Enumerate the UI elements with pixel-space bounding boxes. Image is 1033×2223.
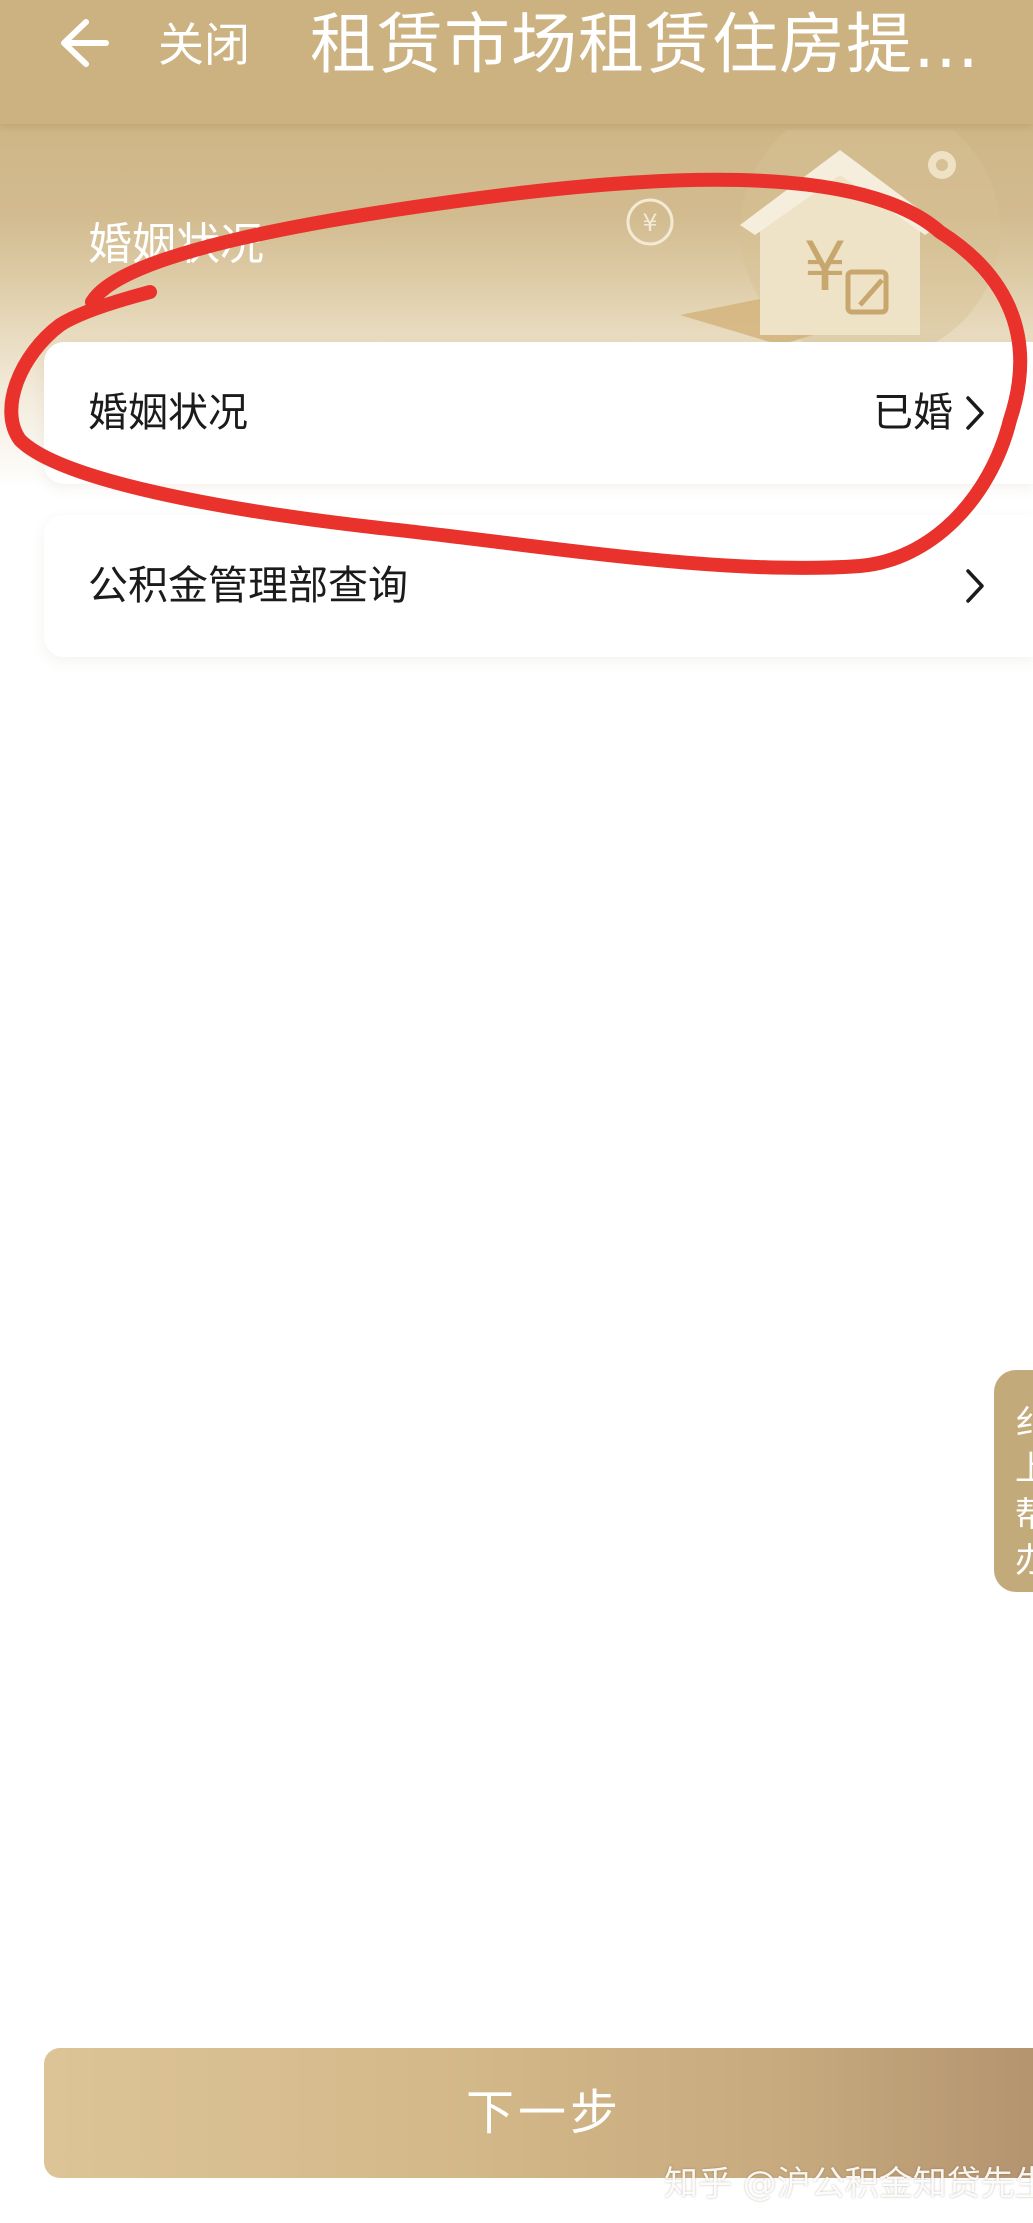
chevron-right-icon (966, 396, 984, 430)
svg-text:¥: ¥ (642, 209, 657, 237)
chevron-right-icon (966, 569, 984, 603)
fund-management-query-label: 公积金管理部查询 (88, 563, 408, 609)
house-coin-illustration: ¥ ¥ (626, 130, 1000, 360)
floating-help-tab-text: 纟上帮办 (1015, 1403, 1033, 1581)
arrow-left-icon (61, 19, 109, 67)
close-button[interactable]: 关闭 (158, 10, 250, 80)
page-title: 租赁市场租赁住房提… (310, 6, 980, 83)
section-title: 婚姻状况 (88, 219, 264, 270)
back-button[interactable] (48, 8, 118, 78)
marital-status-value: 已婚 (873, 390, 953, 436)
marital-status-row[interactable]: 婚姻状况 已婚 (44, 342, 1033, 484)
fund-management-query-row[interactable]: 公积金管理部查询 (44, 515, 1033, 657)
marital-status-label: 婚姻状况 (88, 390, 248, 436)
page: ¥ ¥ 关闭 租赁市场租赁住房提… 婚姻状况 婚姻状况 已婚 公积金管理部查询 (0, 0, 1033, 2223)
floating-help-tab[interactable]: 纟上帮办 (994, 1370, 1033, 1592)
watermark: 知乎 @沪公积金知贷先生 (664, 2164, 1033, 2204)
navigation-bar: 关闭 租赁市场租赁住房提… (0, 0, 1033, 124)
svg-text:¥: ¥ (803, 228, 846, 307)
